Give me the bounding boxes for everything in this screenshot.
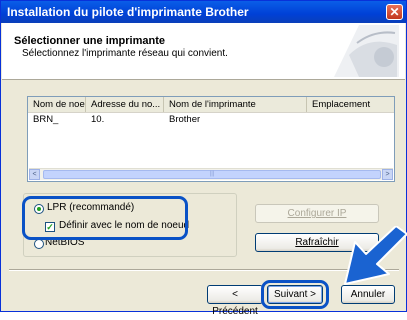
- back-label: < Précédent: [212, 289, 258, 317]
- cell-node-address: 10.: [91, 114, 105, 125]
- protocol-highlight: [22, 196, 188, 240]
- wizard-header: Sélectionner une imprimante Sélectionnez…: [2, 23, 405, 80]
- close-icon[interactable]: ✕: [386, 4, 403, 20]
- configure-ip-label: Configurer IP: [287, 208, 347, 219]
- column-header-node-address[interactable]: Adresse du no...: [86, 97, 164, 112]
- cell-printer-name: Brother: [169, 114, 201, 125]
- column-header-location[interactable]: Emplacement: [307, 97, 394, 112]
- window-title: Installation du pilote d'imprimante Brot…: [7, 5, 249, 19]
- scroll-thumb[interactable]: |||: [43, 170, 381, 179]
- horizontal-scrollbar[interactable]: < ||| >: [29, 168, 393, 180]
- list-item[interactable]: BRN_ 10. Brother: [28, 113, 394, 126]
- column-header-node-name[interactable]: Nom de noeud: [28, 97, 86, 112]
- back-button[interactable]: < Précédent: [207, 285, 263, 317]
- page-title: Sélectionner une imprimante: [14, 35, 165, 47]
- list-header: Nom de noeud Adresse du no... Nom de l'i…: [28, 97, 394, 113]
- configure-ip-button[interactable]: Configurer IP: [255, 204, 379, 223]
- column-header-printer-name[interactable]: Nom de l'imprimante: [164, 97, 307, 112]
- printer-list[interactable]: Nom de noeud Adresse du no... Nom de l'i…: [27, 96, 395, 182]
- page-subtitle: Sélectionnez l'imprimante réseau qui con…: [22, 48, 228, 59]
- printer-illustration-icon: [334, 25, 399, 77]
- pointer-arrow-icon: [344, 226, 407, 285]
- installer-window: Installation du pilote d'imprimante Brot…: [0, 0, 407, 317]
- title-bar: Installation du pilote d'imprimante Brot…: [1, 1, 406, 23]
- netbios-radio[interactable]: [34, 239, 44, 249]
- cell-node-name: BRN_: [33, 114, 59, 125]
- scroll-right-icon[interactable]: >: [382, 169, 393, 180]
- scroll-left-icon[interactable]: <: [29, 169, 40, 180]
